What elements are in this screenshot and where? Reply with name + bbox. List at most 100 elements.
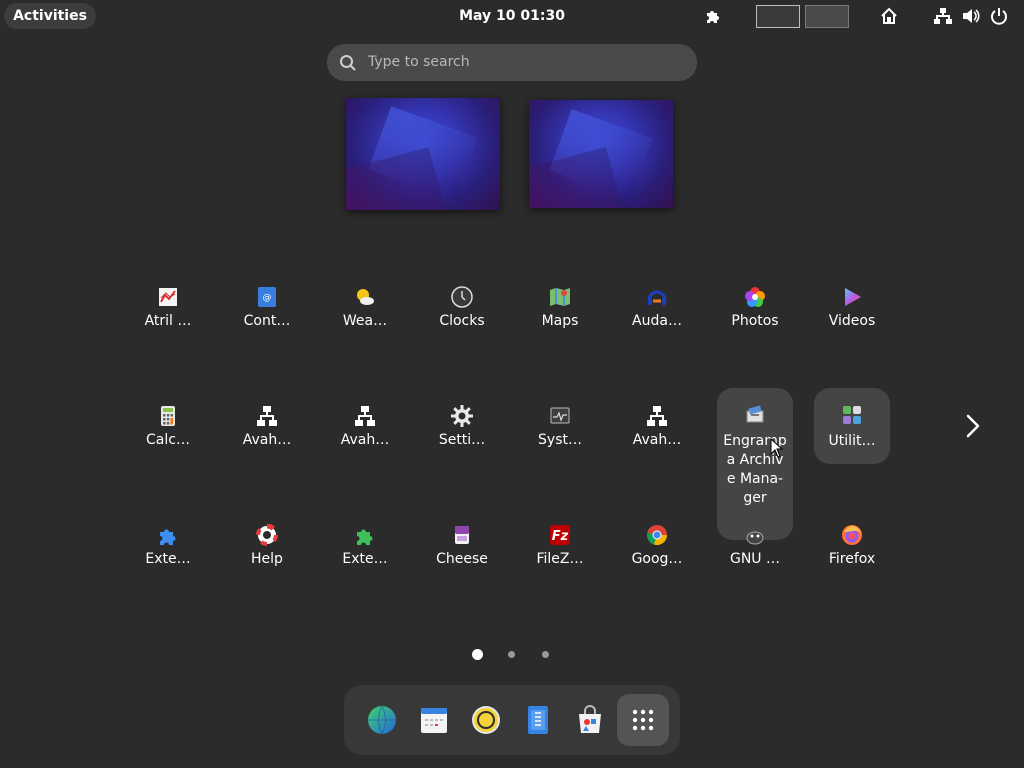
app-label: GNU … (729, 551, 781, 567)
app-label: Cheese (436, 551, 488, 567)
app-settings[interactable]: Setti… (424, 395, 500, 471)
google-chrome-icon (646, 525, 667, 545)
page-indicator-1[interactable] (472, 649, 483, 660)
app-gnu[interactable]: GNU … (717, 514, 793, 590)
dock (344, 685, 680, 755)
app-system-monitor[interactable]: Syst… (522, 395, 598, 471)
app-contacts[interactable]: @ Cont… (229, 276, 305, 352)
app-calculator[interactable]: Calc… (130, 395, 206, 471)
dock-software[interactable] (564, 694, 616, 746)
app-label: Exte… (145, 551, 191, 567)
app-firefox[interactable]: Firefox (814, 514, 890, 590)
web-browser-icon (368, 705, 396, 735)
activities-button[interactable]: Activities (4, 3, 96, 29)
app-label: Utilit… (828, 433, 876, 449)
app-label: Atril … (144, 313, 192, 329)
videos-icon (845, 288, 861, 306)
mouse-cursor-icon (770, 437, 784, 462)
workspace-thumbnail-2[interactable] (529, 100, 673, 208)
atril-document-viewer-icon (159, 288, 177, 306)
app-label: Help (251, 551, 283, 567)
app-label: Avah… (632, 432, 682, 448)
app-label: Calc… (146, 432, 190, 448)
extensions-icon[interactable] (704, 6, 724, 26)
app-weather[interactable]: Wea… (327, 276, 403, 352)
calculator-icon (161, 406, 175, 426)
firefox-icon (842, 525, 862, 545)
extension-manager-icon (357, 529, 373, 545)
svg-text:Fz: Fz (552, 529, 569, 544)
help-lifebuoy-icon (256, 524, 278, 546)
app-label: Auda… (632, 313, 682, 329)
engrampa-archive-icon (746, 405, 764, 423)
audacity-icon (647, 290, 667, 305)
search-icon (340, 55, 356, 71)
show-apps-icon (632, 709, 654, 731)
system-monitor-icon (550, 407, 570, 424)
app-audacity[interactable]: Auda… (619, 276, 695, 352)
app-clocks[interactable]: Clocks (424, 276, 500, 352)
app-label: Cont… (243, 313, 291, 329)
weather-icon (357, 289, 374, 305)
workspace-1-indicator[interactable] (756, 5, 800, 28)
app-cheese[interactable]: Cheese (424, 514, 500, 590)
software-center-icon (579, 705, 601, 733)
app-label: Avah… (340, 432, 390, 448)
app-atril[interactable]: Atril … (130, 276, 206, 352)
extensions-puzzle-icon (160, 529, 176, 545)
workspace-2-indicator[interactable] (805, 5, 849, 28)
dock-calendar[interactable] (408, 694, 460, 746)
app-label: Photos (731, 313, 779, 329)
app-help[interactable]: Help (229, 514, 305, 590)
top-bar: Activities May 10 01:30 (0, 0, 1024, 32)
avahi-network-icon (257, 406, 277, 426)
app-avahi-3[interactable]: Avah… (619, 395, 695, 471)
gnu-icon (746, 531, 764, 545)
app-label: Exte… (342, 551, 388, 567)
app-extensions[interactable]: Exte… (130, 514, 206, 590)
utilities-folder-icon (843, 406, 861, 424)
app-label: Syst… (538, 432, 582, 448)
app-label: Videos (828, 313, 876, 329)
svg-text:@: @ (263, 293, 272, 303)
chevron-right-icon (966, 414, 980, 438)
search-entry[interactable]: Type to search (327, 44, 697, 81)
dock-web-browser[interactable] (356, 694, 408, 746)
app-extension-manager[interactable]: Exte… (327, 514, 403, 590)
app-photos[interactable]: Photos (717, 276, 793, 352)
maps-icon (550, 288, 570, 306)
app-filezilla[interactable]: Fz FileZ… (522, 514, 598, 590)
rhythmbox-icon (472, 706, 500, 734)
app-maps[interactable]: Maps (522, 276, 598, 352)
workspace-thumbnail-1[interactable] (346, 98, 500, 210)
page-indicator-2[interactable] (508, 651, 515, 658)
app-label: FileZ… (536, 551, 584, 567)
app-label: Clocks (439, 313, 485, 329)
app-label: Maps (541, 313, 579, 329)
cheese-icon (455, 526, 469, 544)
dock-rhythmbox[interactable] (460, 694, 512, 746)
calendar-icon (421, 708, 447, 733)
search-placeholder: Type to search (368, 54, 470, 70)
avahi-network-icon (355, 406, 375, 426)
clock-button[interactable]: May 10 01:30 (440, 0, 584, 32)
app-label: Goog… (631, 551, 683, 567)
app-utilities-folder[interactable]: Utilit… (814, 388, 890, 464)
next-page-arrow[interactable] (960, 412, 986, 440)
home-icon[interactable] (879, 6, 899, 26)
dock-text-editor[interactable] (512, 694, 564, 746)
app-label: Setti… (438, 432, 486, 448)
app-google-chrome[interactable]: Goog… (619, 514, 695, 590)
app-avahi-2[interactable]: Avah… (327, 395, 403, 471)
page-indicator-3[interactable] (542, 651, 549, 658)
app-label: Wea… (342, 313, 388, 329)
app-avahi-1[interactable]: Avah… (229, 395, 305, 471)
network-icon[interactable] (933, 6, 953, 26)
photos-icon (745, 287, 765, 307)
app-label: Avah… (242, 432, 292, 448)
volume-icon[interactable] (961, 6, 981, 26)
app-videos[interactable]: Videos (814, 276, 890, 352)
clocks-icon (451, 286, 473, 308)
show-apps-button[interactable] (617, 694, 669, 746)
power-icon[interactable] (989, 6, 1009, 26)
